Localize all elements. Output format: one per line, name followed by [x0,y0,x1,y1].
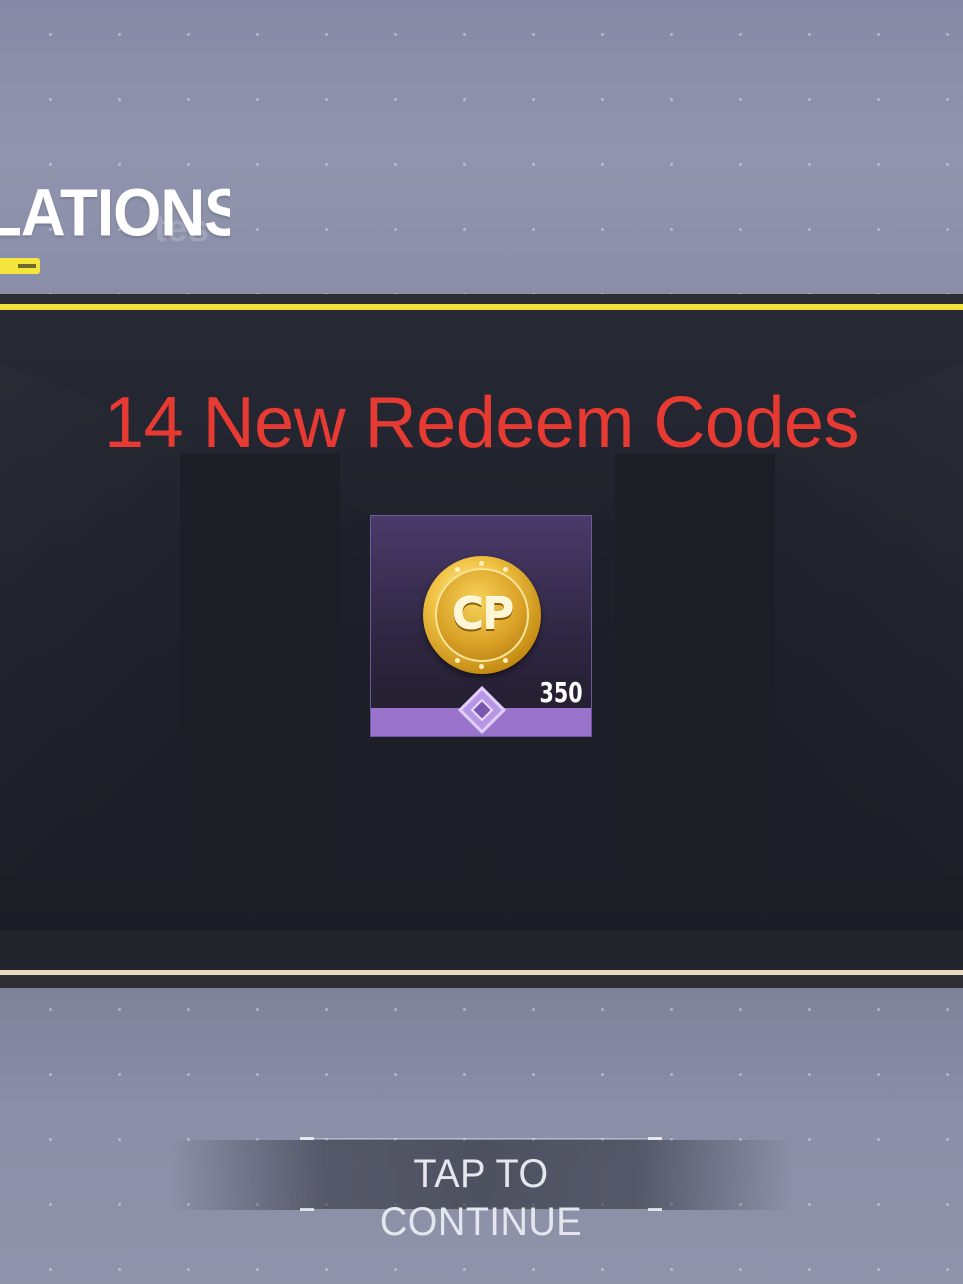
faded-subtitle: tes [154,208,209,250]
yellow-accent-tag [0,258,40,274]
cp-coin-icon: CP [423,556,541,674]
redeem-codes-headline: 14 New Redeem Codes [104,383,859,463]
coin-dot [455,567,460,572]
frame-corner-tick [300,1137,314,1140]
reward-item-card[interactable]: CP 350 [370,515,592,737]
panel-top-edge [0,294,963,304]
cp-coin-face: CP [435,568,529,662]
coin-dot [479,664,484,669]
panel-right-pillar [615,454,775,874]
panel-bottom-band [0,930,963,970]
frame-corner-tick [648,1137,662,1140]
coin-dot [503,658,508,663]
reward-quantity: 350 [539,676,583,709]
panel-left-pillar [180,454,340,874]
panel-bottom-edge [0,975,963,988]
coin-dot [479,561,484,566]
coin-dot [503,567,508,572]
rarity-diamond-core [473,701,491,719]
cp-coin-label: CP [451,589,515,640]
coin-dot [455,658,460,663]
tap-to-continue-label: TAP TO CONTINUE [379,1152,583,1244]
yellow-tag-mark [18,264,36,268]
